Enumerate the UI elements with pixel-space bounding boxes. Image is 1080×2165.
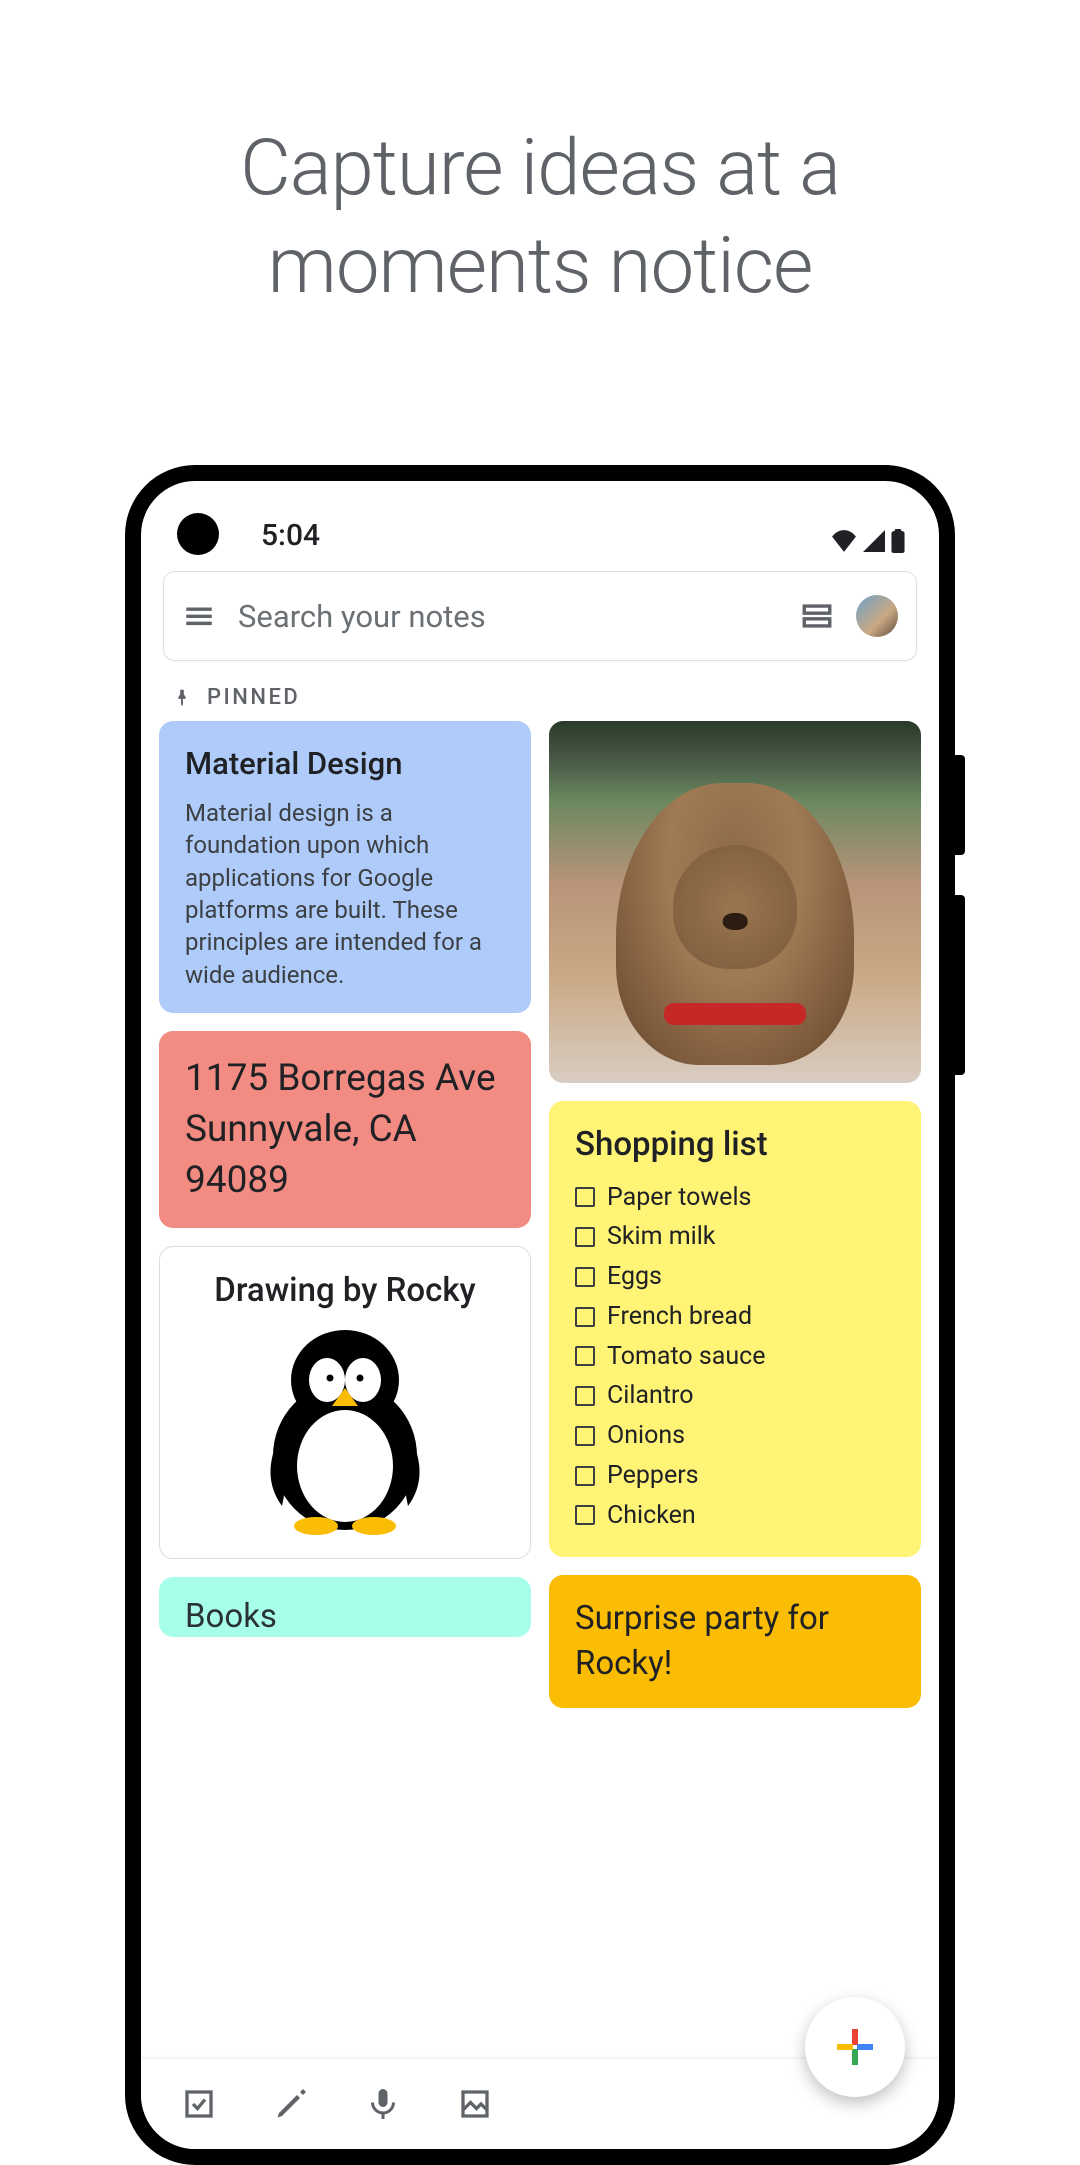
checklist-label: Onions	[607, 1419, 685, 1453]
checklist-label: Peppers	[607, 1459, 699, 1493]
account-avatar[interactable]	[856, 595, 898, 637]
checkbox-icon[interactable]	[575, 1505, 595, 1525]
camera-punch	[177, 513, 219, 555]
pinned-label: PINNED	[207, 685, 300, 710]
phone-frame: 5:04 Search your notes PINNED Material D…	[125, 465, 955, 2165]
plus-multicolor-icon	[833, 2025, 877, 2069]
battery-icon	[891, 529, 905, 553]
checklist-item[interactable]: Eggs	[575, 1257, 895, 1297]
create-note-fab[interactable]	[805, 1997, 905, 2097]
new-image-icon[interactable]	[457, 2086, 493, 2122]
promo-headline: Capture ideas at a moments notice	[0, 0, 1080, 315]
side-button-1	[949, 755, 965, 855]
checkbox-icon[interactable]	[575, 1426, 595, 1446]
note-material-design[interactable]: Material Design Material design is a fou…	[159, 721, 531, 1013]
checklist-label: Paper towels	[607, 1181, 751, 1215]
checklist-item[interactable]: Onions	[575, 1416, 895, 1456]
new-drawing-icon[interactable]	[273, 2086, 309, 2122]
checklist-label: Cilantro	[607, 1379, 694, 1413]
wifi-icon	[831, 530, 857, 552]
pinned-section-header: PINNED	[141, 679, 939, 726]
checkbox-icon[interactable]	[575, 1307, 595, 1327]
pin-icon	[171, 687, 193, 709]
notes-area[interactable]: Material Design Material design is a fou…	[141, 721, 939, 2149]
note-drawing-title: Drawing by Rocky	[186, 1269, 504, 1314]
new-audio-icon[interactable]	[365, 2086, 401, 2122]
note-address[interactable]: 1175 Borregas Ave Sunnyvale, CA 94089	[159, 1031, 531, 1228]
checklist-item[interactable]: Cilantro	[575, 1376, 895, 1416]
checkbox-icon[interactable]	[575, 1466, 595, 1486]
checklist-label: Chicken	[607, 1499, 696, 1533]
shopping-title: Shopping list	[575, 1123, 895, 1168]
checklist-item[interactable]: Paper towels	[575, 1178, 895, 1218]
search-bar[interactable]: Search your notes	[163, 571, 917, 661]
note-title: Material Design	[185, 743, 505, 785]
note-books[interactable]: Books	[159, 1577, 531, 1637]
checklist-label: Eggs	[607, 1260, 662, 1294]
penguin-drawing	[250, 1326, 440, 1536]
search-placeholder[interactable]: Search your notes	[238, 598, 778, 635]
status-bar: 5:04	[141, 481, 939, 559]
checklist-label: Skim milk	[607, 1220, 715, 1254]
note-drawing[interactable]: Drawing by Rocky	[159, 1246, 531, 1559]
checklist-label: French bread	[607, 1300, 752, 1334]
menu-icon[interactable]	[182, 599, 216, 633]
grid-view-icon[interactable]	[800, 599, 834, 633]
checklist-item[interactable]: French bread	[575, 1297, 895, 1337]
note-shopping-list[interactable]: Shopping list Paper towels Skim milk Egg…	[549, 1101, 921, 1557]
status-indicators	[831, 529, 905, 553]
checkbox-icon[interactable]	[575, 1386, 595, 1406]
note-dog-photo[interactable]	[549, 721, 921, 1083]
checkbox-icon[interactable]	[575, 1267, 595, 1287]
side-button-2	[949, 895, 965, 1075]
note-surprise-party[interactable]: Surprise party for Rocky!	[549, 1575, 921, 1708]
checklist-item[interactable]: Tomato sauce	[575, 1337, 895, 1377]
note-party-title: Surprise party for Rocky!	[575, 1597, 895, 1686]
note-address-text: 1175 Borregas Ave Sunnyvale, CA 94089	[185, 1053, 505, 1206]
checklist-item[interactable]: Skim milk	[575, 1217, 895, 1257]
signal-icon	[863, 530, 885, 552]
status-time: 5:04	[261, 518, 320, 553]
checklist-item[interactable]: Chicken	[575, 1496, 895, 1536]
checkbox-icon[interactable]	[575, 1346, 595, 1366]
phone-screen: 5:04 Search your notes PINNED Material D…	[141, 481, 939, 2149]
new-list-icon[interactable]	[181, 2086, 217, 2122]
note-body: Material design is a foundation upon whi…	[185, 797, 505, 991]
checklist-item[interactable]: Peppers	[575, 1456, 895, 1496]
checkbox-icon[interactable]	[575, 1227, 595, 1247]
checkbox-icon[interactable]	[575, 1187, 595, 1207]
note-books-title: Books	[185, 1595, 505, 1640]
checklist-label: Tomato sauce	[607, 1340, 766, 1374]
